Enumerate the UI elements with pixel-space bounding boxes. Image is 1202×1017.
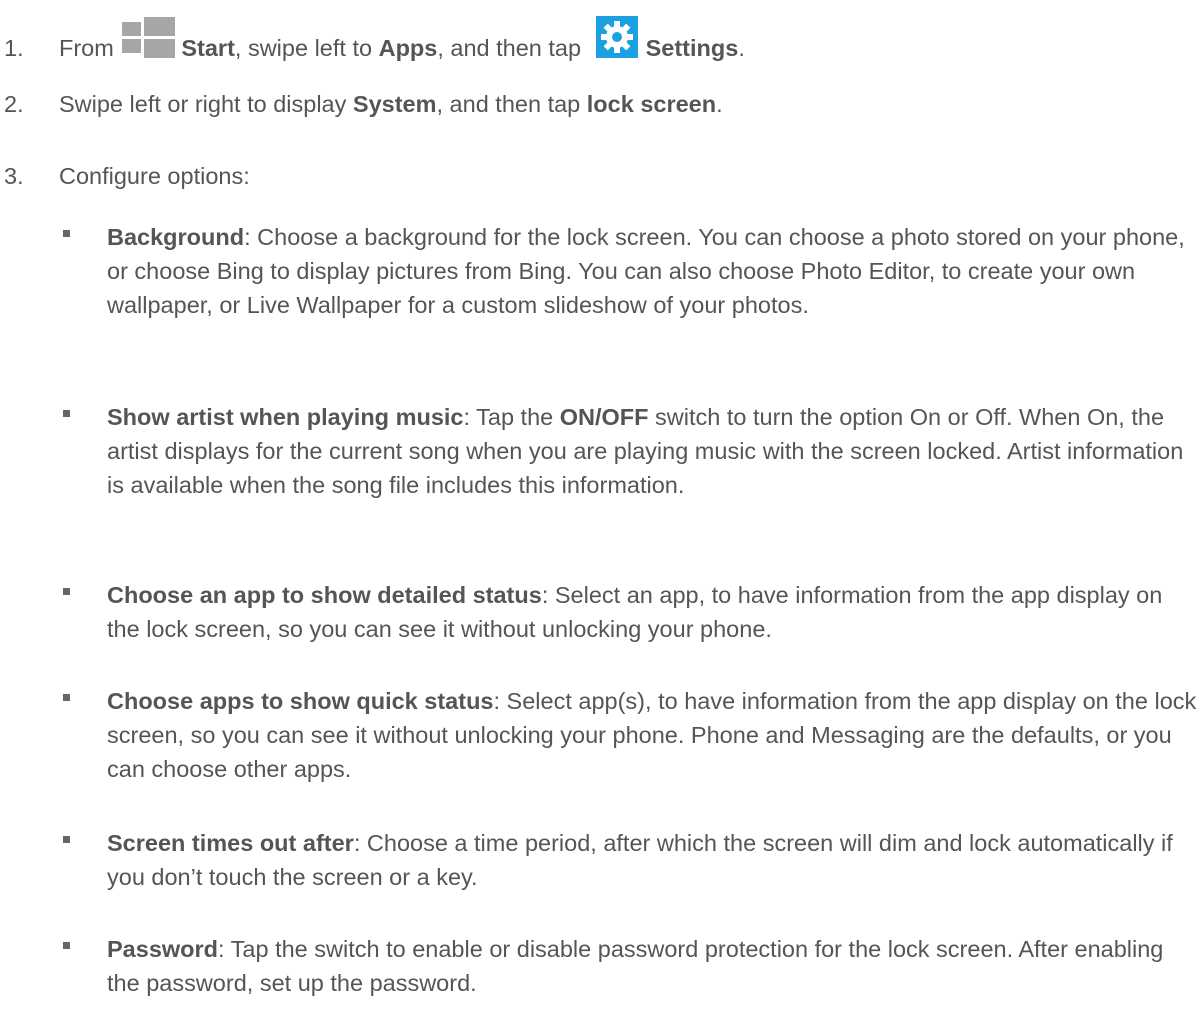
system-label: System bbox=[352, 91, 437, 117]
bullet-marker bbox=[63, 588, 70, 595]
option-term: Choose an app to show detailed status bbox=[107, 582, 542, 608]
option-term: Show artist when playing music bbox=[107, 404, 464, 430]
bullet-marker bbox=[63, 836, 70, 843]
settings-label: Settings bbox=[645, 35, 739, 61]
step-number: 1. bbox=[4, 35, 24, 61]
step-text: , and then tap bbox=[437, 35, 582, 61]
step-3: 3. Configure options: bbox=[4, 162, 250, 190]
settings-gear-icon bbox=[595, 16, 638, 58]
option-description: : Tap the switch to enable or disable pa… bbox=[107, 936, 1164, 996]
apps-label: Apps bbox=[378, 35, 438, 61]
start-label: Start bbox=[181, 35, 235, 61]
option-description: : Tap the bbox=[463, 404, 560, 430]
option-term: Screen times out after bbox=[107, 830, 354, 856]
step-text: Swipe left or right to display bbox=[59, 91, 353, 117]
document-page: 1. From Start, swipe left to Apps, and th… bbox=[0, 0, 1202, 1017]
step-text: . bbox=[716, 91, 723, 117]
step-number: 2. bbox=[4, 91, 24, 117]
option-description: : Choose a background for the lock scree… bbox=[107, 224, 1185, 318]
step-text: . bbox=[738, 35, 745, 61]
step-text: , and then tap bbox=[436, 91, 587, 117]
bullet-marker bbox=[63, 694, 70, 701]
step-2: 2. Swipe left or right to display System,… bbox=[4, 90, 723, 118]
option-term: Background bbox=[107, 224, 245, 250]
bullet-marker bbox=[63, 410, 70, 417]
option-term: Choose apps to show quick status bbox=[107, 688, 494, 714]
bullet-marker bbox=[63, 942, 70, 949]
bullet-marker bbox=[63, 230, 70, 237]
lock-screen-label: lock screen bbox=[586, 91, 717, 117]
windows-start-icon bbox=[122, 14, 176, 58]
step-1: 1. From Start, swipe left to Apps, and th… bbox=[4, 14, 745, 62]
step-number: 3. bbox=[4, 163, 24, 189]
step-text: From bbox=[59, 35, 114, 61]
step-text: Configure options: bbox=[59, 163, 250, 189]
option-term: Password bbox=[107, 936, 219, 962]
step-text: , swipe left to bbox=[234, 35, 379, 61]
on-off-switch-label: ON/OFF bbox=[559, 404, 649, 430]
